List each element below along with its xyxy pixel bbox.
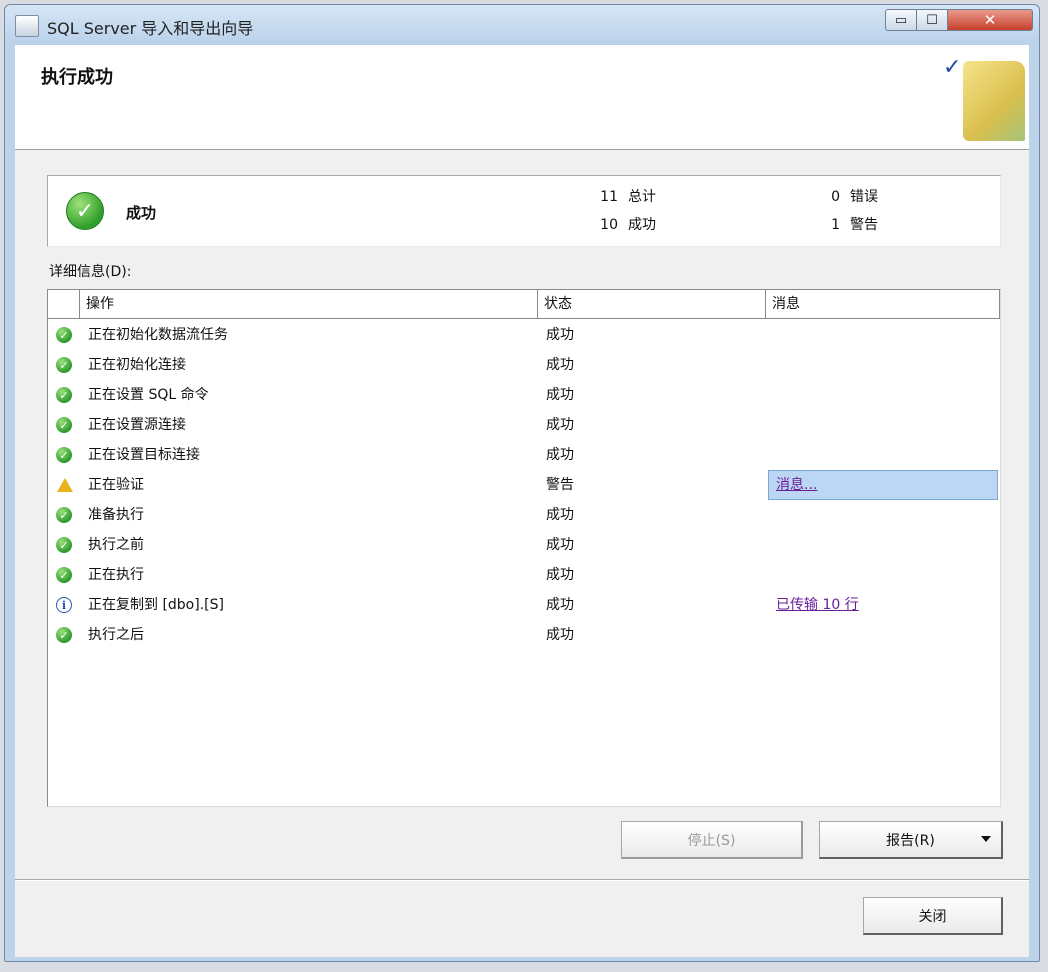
stat-success-count: 10 (600, 217, 618, 233)
footer-separator (15, 879, 1029, 881)
row-status: 成功 (546, 597, 574, 613)
success-icon: ✓ (56, 387, 72, 403)
stat-total-count: 11 (600, 189, 618, 205)
row-action: 正在执行 (88, 567, 144, 583)
minimize-button[interactable]: ▭ (885, 9, 917, 31)
dropdown-arrow-icon (981, 836, 991, 842)
table-row[interactable]: ✓ 正在初始化数据流任务 成功 (48, 320, 1000, 350)
success-icon: ✓ (56, 507, 72, 523)
wizard-banner-icon (963, 61, 1025, 141)
header-icon-column[interactable] (48, 290, 80, 318)
success-icon: ✓ (66, 192, 104, 230)
table-row[interactable]: ✓ 正在设置源连接 成功 (48, 410, 1000, 440)
row-status: 成功 (546, 567, 574, 583)
stat-warning: 1 警告 (818, 214, 878, 234)
stat-error-label: 错误 (850, 189, 878, 205)
summary-panel: ✓ 成功 11 总计 10 成功 0 错误 1 警告 (47, 175, 1001, 247)
maximize-button[interactable]: ☐ (916, 9, 948, 31)
stat-warning-label: 警告 (850, 217, 878, 233)
stat-total-label: 总计 (628, 189, 656, 205)
row-message-link[interactable]: 消息... (776, 470, 817, 500)
stat-error-count: 0 (831, 189, 840, 205)
title-bar[interactable]: SQL Server 导入和导出向导 ▭ ☐ ✕ (5, 5, 1039, 45)
wizard-header: 执行成功 ✓ (15, 45, 1029, 150)
report-button-label: 报告(R) (886, 832, 935, 849)
row-status: 成功 (546, 507, 574, 523)
table-row[interactable]: ✓ 正在设置 SQL 命令 成功 (48, 380, 1000, 410)
row-status: 成功 (546, 447, 574, 463)
success-icon: ✓ (56, 567, 72, 583)
summary-status: 成功 (126, 204, 157, 222)
stat-success: 10 成功 (596, 214, 656, 234)
app-icon (15, 15, 39, 37)
row-status: 成功 (546, 627, 574, 643)
success-icon: ✓ (56, 357, 72, 373)
wizard-window: SQL Server 导入和导出向导 ▭ ☐ ✕ 执行成功 ✓ ✓ 成功 11 总… (4, 4, 1040, 962)
success-icon: ✓ (56, 627, 72, 643)
stat-success-label: 成功 (628, 217, 656, 233)
close-window-button[interactable]: ✕ (947, 9, 1033, 31)
row-action: 执行之后 (88, 627, 144, 643)
row-message-link[interactable]: 已传输 10 行 (776, 590, 859, 620)
row-status: 成功 (546, 387, 574, 403)
warning-icon (57, 478, 73, 492)
success-icon: ✓ (56, 327, 72, 343)
success-icon: ✓ (56, 447, 72, 463)
row-action: 正在设置 SQL 命令 (88, 387, 209, 403)
row-action: 正在设置源连接 (88, 417, 186, 433)
page-title: 执行成功 (41, 67, 113, 88)
row-status: 成功 (546, 537, 574, 553)
info-icon: i (56, 597, 72, 613)
table-row[interactable]: ✓ 正在初始化连接 成功 (48, 350, 1000, 380)
stop-button[interactable]: 停止(S) (621, 821, 803, 859)
details-grid[interactable]: 操作 状态 消息 ✓ 正在初始化数据流任务 成功 ✓ 正在初始化连接 成功 ✓ … (47, 289, 1001, 807)
table-row[interactable]: ✓ 执行之前 成功 (48, 530, 1000, 560)
row-action: 正在复制到 [dbo].[S] (88, 597, 224, 613)
grid-header: 操作 状态 消息 (48, 290, 1000, 319)
table-row[interactable]: 正在验证 警告 消息... (48, 470, 1000, 500)
stat-total: 11 总计 (596, 186, 656, 206)
stat-error: 0 错误 (818, 186, 878, 206)
table-row[interactable]: ✓ 执行之后 成功 (48, 620, 1000, 650)
row-status: 成功 (546, 417, 574, 433)
success-icon: ✓ (56, 417, 72, 433)
row-action: 正在验证 (88, 477, 144, 493)
row-status: 警告 (546, 477, 574, 493)
success-icon: ✓ (56, 537, 72, 553)
table-row[interactable]: ✓ 正在设置目标连接 成功 (48, 440, 1000, 470)
header-status[interactable]: 状态 (538, 290, 766, 318)
row-action: 执行之前 (88, 537, 144, 553)
details-label: 详细信息(D): (49, 264, 132, 280)
table-row[interactable]: ✓ 正在执行 成功 (48, 560, 1000, 590)
row-action: 正在初始化连接 (88, 357, 186, 373)
wizard-body: 执行成功 ✓ ✓ 成功 11 总计 10 成功 0 错误 1 警告 详细信息(D): (15, 45, 1029, 957)
close-button[interactable]: 关闭 (863, 897, 1003, 935)
header-action[interactable]: 操作 (80, 290, 538, 318)
row-action: 正在设置目标连接 (88, 447, 200, 463)
row-action: 准备执行 (88, 507, 144, 523)
report-button[interactable]: 报告(R) (819, 821, 1003, 859)
row-action: 正在初始化数据流任务 (88, 327, 228, 343)
row-status: 成功 (546, 327, 574, 343)
header-message[interactable]: 消息 (766, 290, 1000, 318)
table-row[interactable]: i 正在复制到 [dbo].[S] 成功 已传输 10 行 (48, 590, 1000, 620)
stat-warning-count: 1 (831, 217, 840, 233)
window-title: SQL Server 导入和导出向导 (47, 19, 254, 38)
table-row[interactable]: ✓ 准备执行 成功 (48, 500, 1000, 530)
checkmark-icon: ✓ (943, 55, 962, 80)
row-status: 成功 (546, 357, 574, 373)
